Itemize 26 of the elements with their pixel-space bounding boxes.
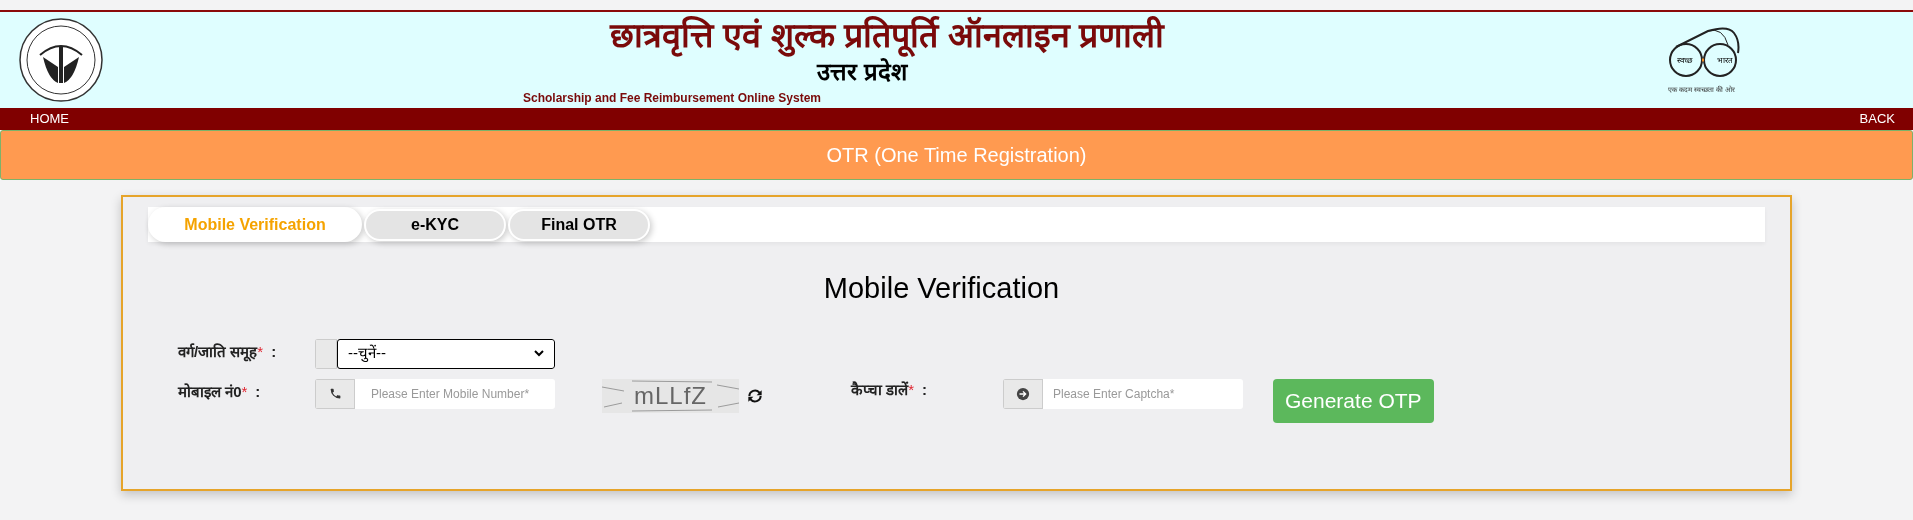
logo-word: भारत	[1716, 54, 1734, 67]
field-label: वर्ग/जाति समूह	[178, 341, 258, 363]
logo-word: स्वच्छ	[1676, 54, 1694, 67]
portal-title: छात्रवृत्ति एवं शुल्क प्रतिपूर्ति ऑनलाइन प्रणाली	[609, 13, 1165, 57]
captcha-image: mLLfZ	[602, 378, 739, 413]
label-colon: :	[255, 381, 261, 402]
chevron-down-icon	[534, 350, 544, 357]
required-asterisk: *	[241, 381, 248, 402]
home-link[interactable]: HOME	[30, 109, 69, 129]
banner-title: OTR (One Time Registration)	[826, 143, 1087, 168]
required-asterisk: *	[257, 341, 264, 360]
field-label: कैप्चा डालें	[851, 379, 909, 400]
required-asterisk: *	[908, 379, 914, 400]
label-colon: :	[922, 379, 927, 400]
tab[interactable]: e-KYC	[364, 208, 506, 241]
arrow-right-circle-icon	[1016, 386, 1030, 401]
back-link[interactable]: BACK	[1859, 109, 1895, 129]
emblem-icon	[17, 17, 104, 103]
phone-icon	[328, 387, 342, 400]
select-value: --चुनें--	[348, 343, 386, 364]
label-colon: :	[271, 341, 277, 362]
field-label: मोबाइल नं0	[178, 381, 242, 402]
tab[interactable]: Final OTR	[508, 208, 650, 241]
state-title: उत्तर प्रदेश	[817, 57, 907, 87]
form-heading: Mobile Verification	[823, 271, 1060, 306]
portal-subtitle: Scholarship and Fee Reimbursement Online System	[522, 90, 822, 107]
